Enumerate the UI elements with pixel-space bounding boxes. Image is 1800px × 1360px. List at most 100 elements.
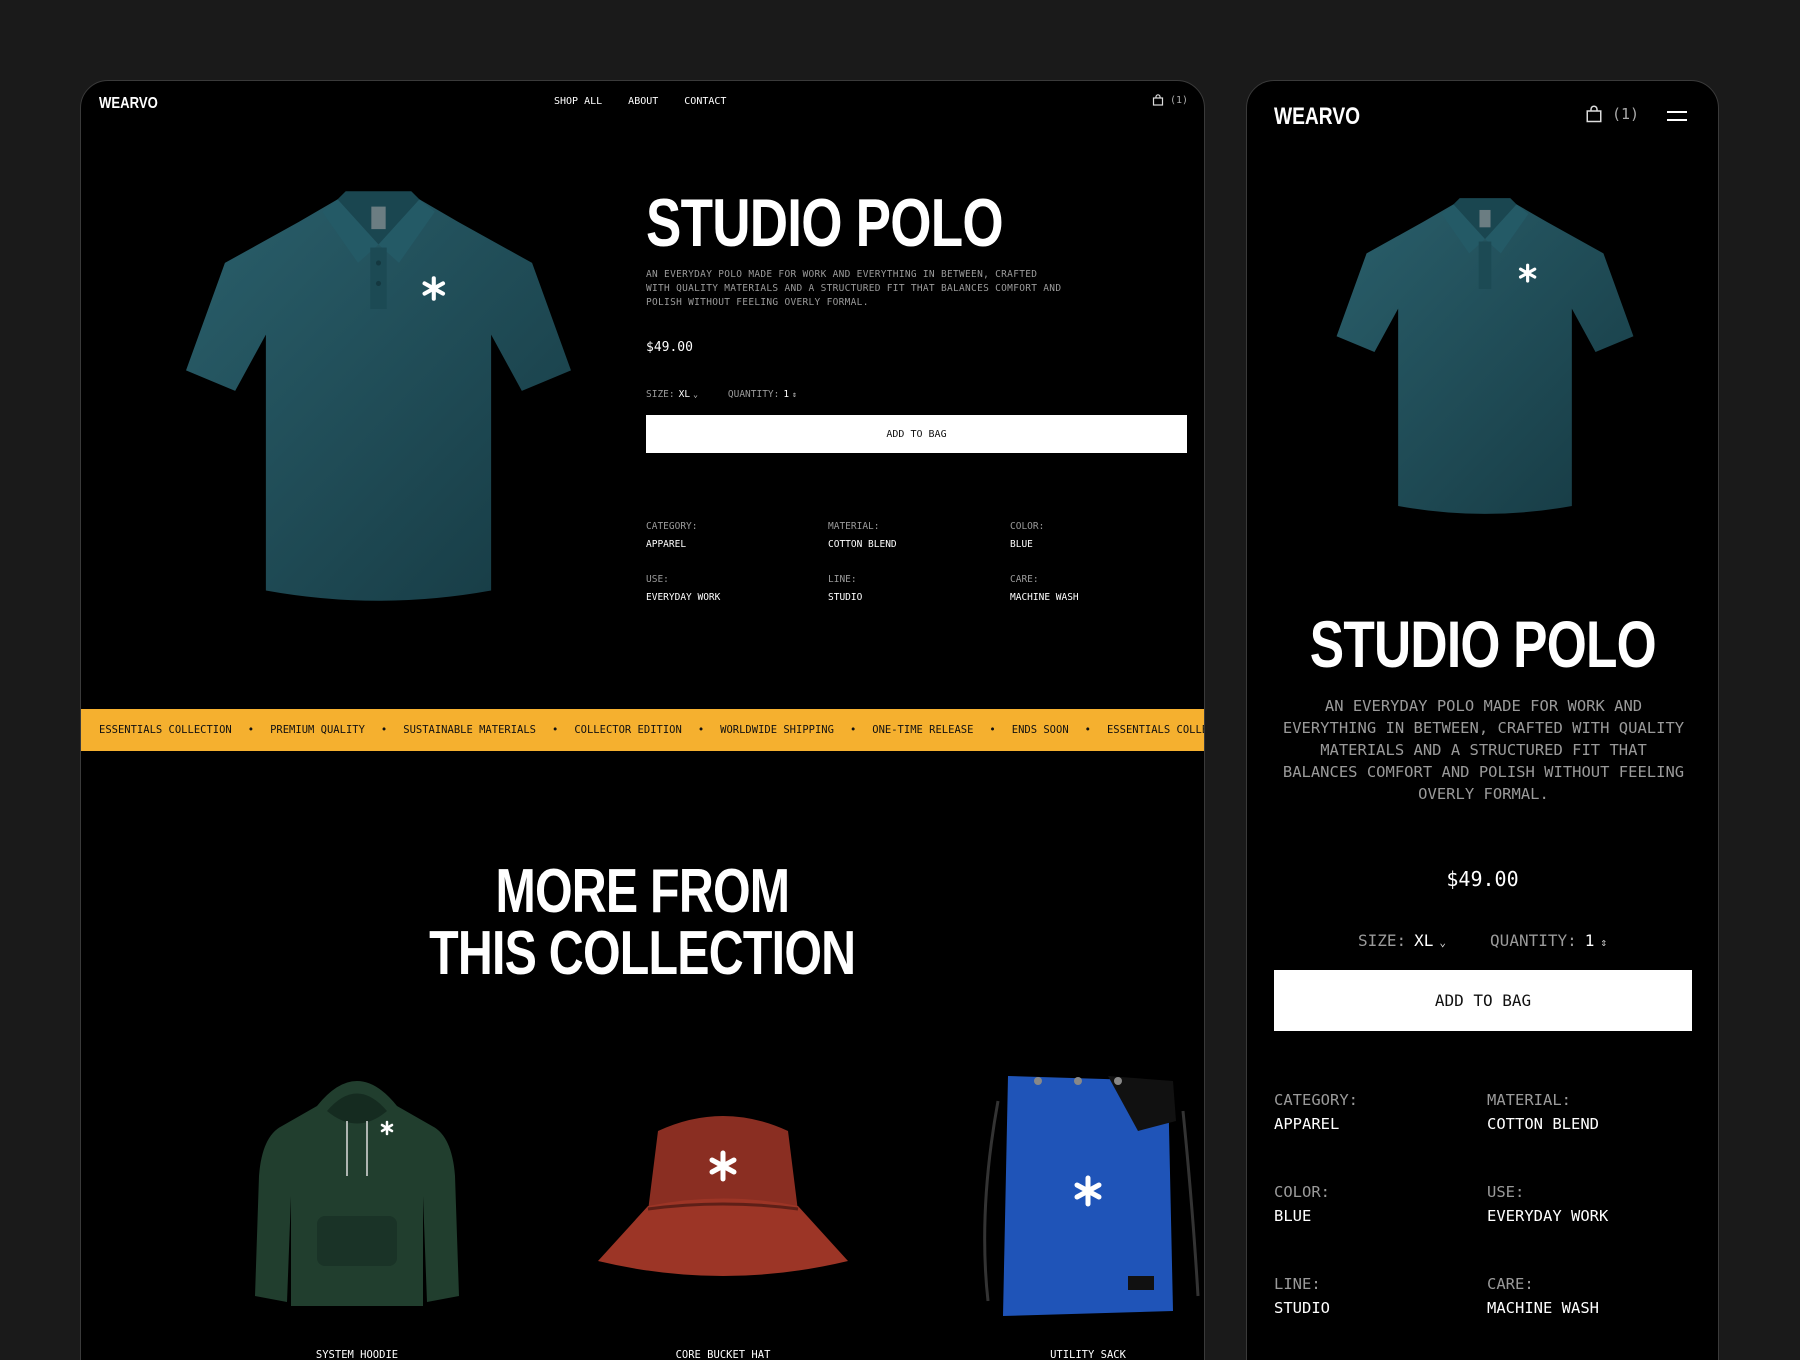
spec-category: CATEGORY: APPAREL: [1274, 1091, 1487, 1133]
product-image-bucket-hat: [578, 1061, 868, 1321]
marquee-item: COLLECTOR EDITION: [574, 724, 682, 736]
product-card-bucket-hat[interactable]: CORE BUCKET HAT: [578, 1061, 868, 1360]
marquee-separator: •: [849, 724, 857, 736]
desktop-frame: WEARVO SHOP ALL ABOUT CONTACT (1) STUDIO…: [80, 80, 1205, 1360]
spec-color: COLOR: BLUE: [1274, 1183, 1487, 1225]
spec-care: CARE: MACHINE WASH: [1487, 1275, 1677, 1317]
spec-label: CARE:: [1487, 1275, 1534, 1293]
chevron-down-icon: ⌄: [1439, 936, 1447, 949]
marquee-separator: •: [697, 724, 705, 736]
brand-logo[interactable]: WEARVO: [99, 95, 158, 113]
collection-heading-line2: THIS COLLECTION: [429, 919, 856, 988]
product-image-polo: [1336, 198, 1634, 514]
spec-use: USE: EVERYDAY WORK: [646, 574, 828, 603]
product-card-name: SYSTEM HOODIE: [315, 1349, 399, 1360]
quantity-stepper[interactable]: QUANTITY: 1 ⇕: [1490, 931, 1607, 950]
brand-logo[interactable]: WEARVO: [1274, 103, 1360, 131]
quantity-value: 1: [783, 389, 790, 400]
spec-label: MATERIAL:: [1487, 1091, 1571, 1109]
spec-line: LINE: STUDIO: [828, 574, 1010, 603]
product-card-utility-sack[interactable]: UTILITY SACK: [943, 1061, 1204, 1360]
spec-value: MACHINE WASH: [1010, 592, 1079, 603]
nav-contact[interactable]: CONTACT: [684, 96, 726, 107]
up-down-chevron-icon: ⇕: [1600, 936, 1608, 949]
size-value: XL: [678, 389, 691, 400]
product-specs: CATEGORY: APPAREL MATERIAL: COTTON BLEND C…: [1274, 1091, 1677, 1317]
nav-about[interactable]: ABOUT: [628, 96, 658, 107]
marquee-item: WORLDWIDE SHIPPING: [720, 724, 834, 736]
announcement-marquee: ESSENTIALS COLLECTION • PREMIUM QUALITY • …: [81, 709, 1204, 751]
spec-label: COLOR:: [1274, 1183, 1330, 1201]
spec-care: CARE: MACHINE WASH: [1010, 574, 1160, 603]
product-image-hoodie: [212, 1061, 502, 1321]
marquee-item: ESSENTIALS COLLECTION: [1106, 724, 1204, 736]
product-description: AN EVERYDAY POLO MADE FOR WORK AND EVERY…: [1282, 697, 1685, 803]
product-card-name: CORE BUCKET HAT: [675, 1349, 771, 1360]
spec-value: EVERYDAY WORK: [646, 592, 721, 603]
spec-label: MATERIAL:: [828, 521, 880, 532]
spec-label: COLOR:: [1010, 521, 1045, 532]
product-card-hoodie[interactable]: SYSTEM HOODIE: [212, 1061, 502, 1360]
mobile-frame: WEARVO (1) STUDIO POLO AN EVERYDAY POLO …: [1246, 80, 1719, 1360]
size-label: SIZE:: [646, 389, 675, 400]
product-price: $49.00: [1446, 867, 1519, 891]
product-description: AN EVERYDAY POLO MADE FOR WORK AND EVERY…: [646, 269, 1062, 308]
spec-category: CATEGORY: APPAREL: [646, 521, 828, 550]
product-title-wrap: STUDIO POLO: [1247, 611, 1718, 677]
spec-label: CARE:: [1010, 574, 1039, 585]
product-options: SIZE: XL ⌄ QUANTITY: 1 ⇕: [1247, 931, 1718, 950]
bucket-hat-illustration: [598, 1116, 848, 1276]
utility-sack-illustration: [983, 1076, 1200, 1316]
product-image-polo: [186, 191, 571, 601]
spec-value: EVERYDAY WORK: [1487, 1207, 1609, 1225]
size-value: XL: [1414, 931, 1434, 950]
spec-value: BLUE: [1274, 1207, 1312, 1225]
marquee-separator: •: [552, 724, 559, 736]
hoodie-illustration: [255, 1081, 459, 1306]
marquee-separator: •: [247, 724, 255, 736]
collection-heading-line1: MORE FROM: [495, 857, 791, 926]
product-price: $49.00: [646, 340, 693, 355]
spec-color: COLOR: BLUE: [1010, 521, 1160, 550]
quantity-label: QUANTITY:: [1490, 931, 1577, 950]
add-to-bag-button[interactable]: ADD TO BAG: [1274, 970, 1692, 1031]
quantity-value: 1: [1584, 931, 1595, 950]
spec-label: LINE:: [1274, 1275, 1321, 1293]
product-title: STUDIO POLO: [646, 185, 1004, 261]
spec-value: MACHINE WASH: [1487, 1299, 1599, 1317]
product-card-name: UTILITY SACK: [1050, 1349, 1126, 1360]
spec-value: APPAREL: [646, 539, 687, 550]
marquee-separator: •: [1084, 724, 1091, 736]
size-select[interactable]: SIZE: XL ⌄: [1358, 931, 1446, 950]
cart-button[interactable]: (1): [1152, 94, 1188, 106]
spec-label: CATEGORY:: [646, 521, 698, 532]
hamburger-menu-icon[interactable]: [1667, 111, 1687, 121]
spec-value: COTTON BLEND: [828, 539, 897, 550]
marquee-separator: •: [380, 724, 388, 736]
spec-line: LINE: STUDIO: [1274, 1275, 1487, 1317]
quantity-stepper[interactable]: QUANTITY: 1 ⇕: [728, 389, 797, 400]
nav-shop-all[interactable]: SHOP ALL: [554, 96, 602, 107]
spec-material: MATERIAL: COTTON BLEND: [828, 521, 1010, 550]
marquee-item: ONE-TIME RELEASE: [872, 724, 974, 736]
shopping-bag-icon: [1586, 105, 1602, 123]
marquee-item: SUSTAINABLE MATERIALS: [403, 724, 537, 736]
product-options: SIZE: XL ⌄ QUANTITY: 1 ⇕: [646, 389, 797, 400]
chevron-down-icon: ⌄: [693, 390, 698, 399]
up-down-chevron-icon: ⇕: [792, 390, 797, 399]
spec-label: USE:: [1487, 1183, 1525, 1201]
collection-heading: MORE FROM THIS COLLECTION: [81, 861, 1204, 985]
size-select[interactable]: SIZE: XL ⌄: [646, 389, 698, 400]
cart-button[interactable]: (1): [1585, 105, 1639, 123]
spec-value: BLUE: [1010, 539, 1033, 550]
cart-count: (1): [1612, 105, 1640, 123]
shopping-bag-icon: [1152, 94, 1164, 106]
size-label: SIZE:: [1357, 931, 1407, 950]
add-to-bag-button[interactable]: ADD TO BAG: [646, 415, 1187, 453]
spec-label: USE:: [646, 574, 669, 585]
product-title: STUDIO POLO: [1309, 607, 1656, 681]
main-nav: SHOP ALL ABOUT CONTACT: [554, 96, 726, 107]
spec-label: LINE:: [828, 574, 857, 585]
spec-value: COTTON BLEND: [1487, 1115, 1599, 1133]
spec-value: STUDIO: [1274, 1299, 1330, 1317]
